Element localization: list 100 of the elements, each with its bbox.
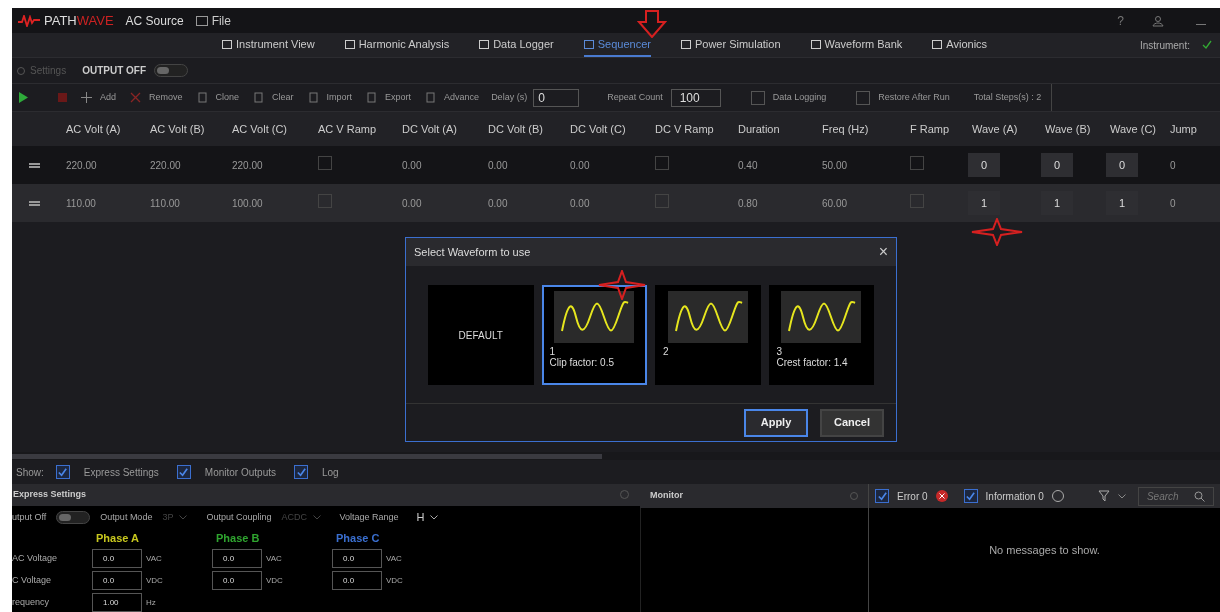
toolbar-button[interactable]: Clear <box>253 90 294 105</box>
waveform-caption: Clip factor: 0.5 <box>549 357 615 368</box>
table-row[interactable]: 220.00 220.00 220.00 0.00 0.00 0.00 0.40 50.00 0 0 0 0 <box>12 146 1220 184</box>
play-icon[interactable] <box>18 92 28 103</box>
show-label: Show: <box>16 465 44 480</box>
output-mode-label: Output Mode <box>100 510 153 524</box>
checkbox[interactable] <box>318 194 332 208</box>
delay-field[interactable]: 0 <box>533 88 580 107</box>
table-cell-text: 100.00 <box>231 196 264 211</box>
table-cell-text: 220.00 <box>231 158 264 173</box>
chevron-down-icon[interactable] <box>430 515 439 520</box>
checkbox[interactable] <box>910 194 924 208</box>
user-icon[interactable] <box>1152 14 1164 27</box>
drag-handle-icon[interactable] <box>29 162 40 168</box>
annotation-arrow-icon <box>637 10 667 38</box>
waveform-caption: Crest factor: 1.4 <box>776 357 849 368</box>
file-menu[interactable]: File <box>195 11 231 30</box>
chevron-down-icon[interactable] <box>1117 493 1126 499</box>
checkbox[interactable] <box>875 489 889 503</box>
checkbox-label: Data Logging <box>772 90 827 104</box>
toolbar-button[interactable]: Remove <box>130 90 183 105</box>
waveform-number: 2 <box>663 346 670 357</box>
drag-handle-icon[interactable] <box>29 200 40 206</box>
unit-label: VDC <box>146 574 163 587</box>
wave-index-cell[interactable]: 0 <box>1106 153 1138 177</box>
product-name: AC Source <box>125 12 184 30</box>
table-cell-text: 60.00 <box>821 196 849 211</box>
filter-icon[interactable] <box>1097 490 1110 502</box>
nav-tab[interactable]: Instrument View <box>222 33 315 57</box>
wave-index-cell[interactable]: 0 <box>968 153 1000 177</box>
nav-tab[interactable]: Power Simulation <box>680 33 781 57</box>
checkbox[interactable] <box>655 156 669 170</box>
waveform-tile[interactable]: 3 Crest factor: 1.4 <box>768 285 874 385</box>
column-header: DC V Ramp <box>654 121 715 137</box>
panel-header: Express Settings <box>12 484 640 506</box>
waveform-tile[interactable]: DEFAULT <box>428 285 534 385</box>
logo-icon <box>18 14 40 27</box>
column-header: Jump <box>1169 121 1198 137</box>
panel-toggle-label: Express Settings <box>83 465 159 480</box>
wave-index-cell[interactable]: 1 <box>968 191 1000 215</box>
checkbox[interactable] <box>294 465 308 479</box>
checkbox[interactable] <box>55 465 70 479</box>
checkbox[interactable] <box>910 156 924 170</box>
toggle-switch[interactable] <box>154 64 189 78</box>
checkbox[interactable] <box>750 90 765 105</box>
document-icon <box>307 92 319 103</box>
wave-index-cell[interactable]: 0 <box>1041 153 1073 177</box>
toolbar-button[interactable]: Advance <box>425 90 480 105</box>
toolbar-button[interactable]: Add <box>81 90 116 105</box>
table-cell-text: 50.00 <box>821 158 849 173</box>
nav-tab[interactable]: Harmonic Analysis <box>344 33 450 57</box>
table-cell-text: 0.00 <box>569 158 591 173</box>
table-row[interactable]: 110.00 110.00 100.00 0.00 0.00 0.00 0.80 60.00 1 1 1 0 <box>12 184 1220 222</box>
apply-button[interactable]: Apply <box>744 408 808 437</box>
wave-index-cell[interactable]: 1 <box>1106 191 1138 215</box>
value-field[interactable]: 0.0 <box>212 549 262 568</box>
waveform-tile[interactable]: 2 <box>655 285 761 385</box>
column-header: AC V Ramp <box>317 121 378 137</box>
value-field[interactable]: 1.00 <box>92 593 142 612</box>
unit-label: VAC <box>386 552 402 565</box>
checkbox[interactable] <box>318 156 332 170</box>
table-cell-text: 0 <box>1169 196 1177 211</box>
wave-index-cell[interactable]: 1 <box>1041 191 1073 215</box>
annotation-star-icon <box>971 218 1023 246</box>
nav-tab[interactable]: Avionics <box>932 33 988 57</box>
close-button[interactable]: × <box>878 240 888 264</box>
toggle-switch[interactable] <box>56 511 91 524</box>
voltage-range-select[interactable]: H <box>416 509 439 526</box>
checkbox[interactable] <box>655 194 669 208</box>
toolbar-button[interactable]: Export <box>366 90 412 105</box>
value-field[interactable]: 0.0 <box>332 549 382 568</box>
value-field[interactable]: 0.0 <box>92 549 142 568</box>
toolbar-button[interactable]: Import <box>307 90 353 105</box>
delay-label: Delay (s) <box>491 90 528 104</box>
cancel-button[interactable]: Cancel <box>820 408 884 437</box>
repeat-count-field[interactable]: 100 <box>670 88 721 107</box>
scrollbar[interactable] <box>12 453 602 459</box>
toolbar-button[interactable]: Clone <box>196 90 240 105</box>
table-cell-text: 0.00 <box>569 196 591 211</box>
waveform-tile[interactable]: 1 Clip factor: 0.5 <box>541 285 647 385</box>
checkbox[interactable] <box>176 465 191 479</box>
nav-tab[interactable]: Waveform Bank <box>810 33 903 57</box>
dialog-title: Select Waveform to use <box>414 244 531 260</box>
checkbox[interactable] <box>856 90 871 105</box>
nav-tab[interactable]: Sequencer <box>583 33 651 57</box>
unit-label: VDC <box>386 574 403 587</box>
value-field[interactable]: 0.0 <box>332 571 382 590</box>
field-label: requency <box>12 595 51 609</box>
unit-label: VDC <box>266 574 283 587</box>
phase-label: Phase C <box>336 531 380 544</box>
waveform-number: 1 <box>549 346 557 357</box>
unit-label: Hz <box>146 596 156 609</box>
nav-tab[interactable]: Data Logger <box>479 33 554 57</box>
checkbox[interactable] <box>963 489 978 503</box>
column-header: Freq (Hz) <box>821 121 870 137</box>
column-header: Duration <box>737 121 781 137</box>
help-button[interactable]: ? <box>1117 11 1124 30</box>
value-field[interactable]: 0.0 <box>212 571 262 590</box>
column-header: Wave (A) <box>971 121 1019 137</box>
value-field[interactable]: 0.0 <box>92 571 142 590</box>
